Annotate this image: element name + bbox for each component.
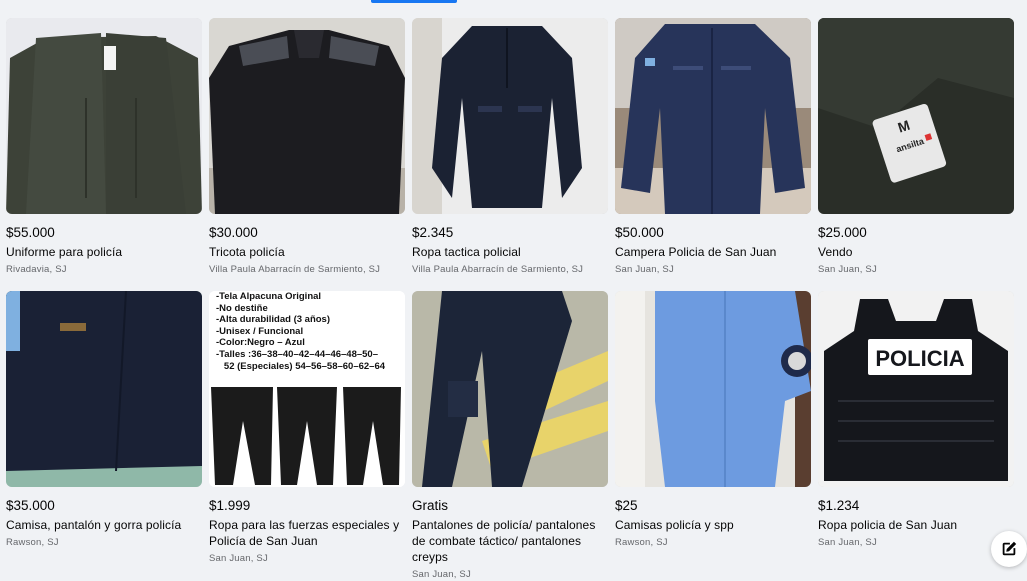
listing-image[interactable] [615, 291, 811, 487]
listing-price: $35.000 [6, 498, 55, 513]
active-tab-indicator [371, 0, 457, 3]
listing-price: Gratis [412, 498, 449, 513]
listing-title: Pantalones de policía/ pantalones de com… [412, 518, 596, 564]
listing-card[interactable]: $2.345 Ropa tactica policial Villa Paula… [412, 18, 608, 291]
listing-title: Uniforme para policía [6, 245, 123, 259]
listing-price: $1.999 [209, 498, 251, 513]
listing-location: Villa Paula Abarracín de Sarmiento, SJ [412, 264, 584, 275]
listing-title: Campera Policia de San Juan [615, 245, 777, 259]
compose-button[interactable] [991, 531, 1027, 567]
listing-card[interactable]: $30.000 Tricota policía Villa Paula Abar… [209, 18, 405, 291]
listing-price: $25.000 [818, 225, 867, 240]
listing-location: Rivadavia, SJ [6, 264, 67, 275]
listing-card[interactable]: $35.000 Camisa, pantalón y gorra policía… [6, 291, 202, 573]
listing-image[interactable] [412, 18, 608, 214]
pants-spec-text: -Tela Alpacuna Original -No destiñe -Alt… [216, 291, 386, 372]
compose-icon [1002, 541, 1017, 556]
listings-grid: $55.000 Uniforme para policía Rivadavia,… [6, 18, 1014, 580]
listing-card[interactable]: POLICIA $1.234 Ropa policia de San Juan … [818, 291, 1014, 573]
listing-title: Ropa policia de San Juan [818, 518, 958, 532]
listing-image[interactable] [6, 291, 202, 487]
listing-image[interactable]: M ansilta [818, 18, 1014, 214]
listing-price: $25 [615, 498, 638, 513]
listing-title: Ropa tactica policial [412, 245, 521, 259]
listing-title: Camisa, pantalón y gorra policía [6, 518, 182, 532]
vest-label-text: POLICIA [875, 346, 964, 371]
listing-card[interactable]: M ansilta $25.000 Vendo San Juan, SJ [818, 18, 1014, 291]
listing-card[interactable]: Gratis Pantalones de policía/ pantalones… [412, 291, 608, 580]
listing-location: San Juan, SJ [818, 537, 877, 548]
listing-image[interactable] [209, 18, 405, 214]
listing-image[interactable] [615, 18, 811, 214]
listing-location: San Juan, SJ [412, 569, 471, 580]
listing-price: $55.000 [6, 225, 55, 240]
listing-location: San Juan, SJ [818, 264, 877, 275]
listing-location: San Juan, SJ [615, 264, 674, 275]
listing-price: $50.000 [615, 225, 664, 240]
listing-card[interactable]: $25 Camisas policía y spp Rawson, SJ [615, 291, 811, 573]
listing-image[interactable] [412, 291, 608, 487]
listing-location: Rawson, SJ [6, 537, 59, 548]
listing-price: $30.000 [209, 225, 258, 240]
listing-title: Camisas policía y spp [615, 518, 734, 532]
listing-card[interactable]: -Tela Alpacuna Original -No destiñe -Alt… [209, 291, 405, 573]
listing-title: Ropa para las fuerzas especiales y Polic… [209, 518, 400, 548]
listing-image[interactable] [6, 18, 202, 214]
listing-image[interactable]: POLICIA [818, 291, 1014, 487]
listing-price: $1.234 [818, 498, 860, 513]
listing-title: Tricota policía [209, 245, 285, 259]
listing-location: Rawson, SJ [615, 537, 668, 548]
listing-location: Villa Paula Abarracín de Sarmiento, SJ [209, 264, 381, 275]
listing-title: Vendo [818, 245, 853, 259]
listing-card[interactable]: $50.000 Campera Policia de San Juan San … [615, 18, 811, 291]
listing-price: $2.345 [412, 225, 454, 240]
listing-card[interactable]: $55.000 Uniforme para policía Rivadavia,… [6, 18, 202, 291]
listing-location: San Juan, SJ [209, 553, 268, 564]
listing-image[interactable]: -Tela Alpacuna Original -No destiñe -Alt… [209, 291, 405, 487]
